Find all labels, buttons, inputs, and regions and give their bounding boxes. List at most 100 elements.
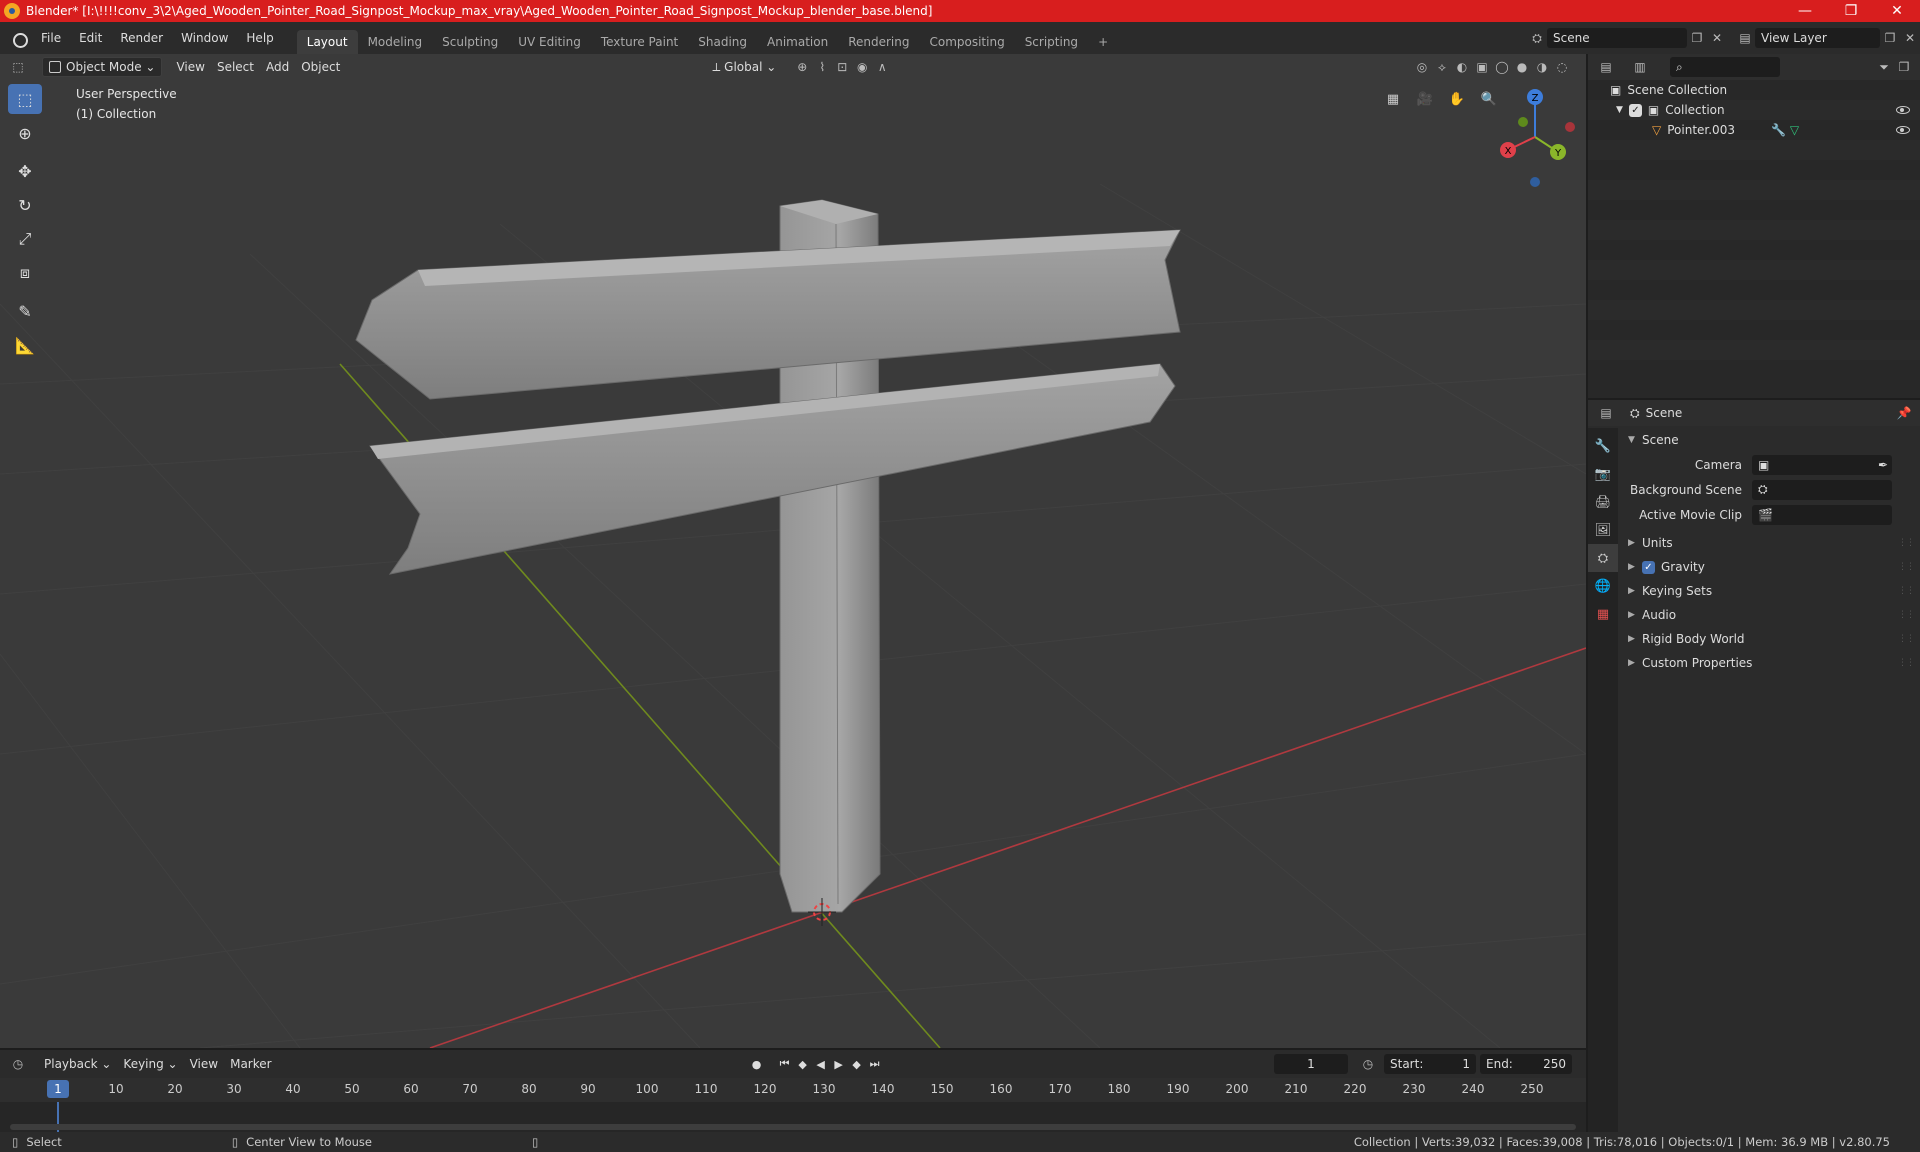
jump-end-icon[interactable]: ⏭ bbox=[866, 1055, 884, 1073]
scene-section-header[interactable]: ▼ Scene bbox=[1620, 428, 1920, 452]
snap-target-icon[interactable]: ⊡ bbox=[832, 57, 852, 77]
editor-type-icon[interactable]: ⬚ bbox=[8, 57, 28, 77]
end-frame-field[interactable]: End: 250 bbox=[1480, 1054, 1572, 1074]
tab-rendering[interactable]: Rendering bbox=[838, 30, 919, 54]
outliner-row-object[interactable]: ▽ Pointer.003 🔧 ▽ bbox=[1588, 120, 1920, 140]
view-layer-tab-icon[interactable]: 🖼 bbox=[1588, 516, 1618, 544]
tab-texture-paint[interactable]: Texture Paint bbox=[591, 30, 688, 54]
output-tab-icon[interactable]: 🖨 bbox=[1588, 488, 1618, 516]
record-icon[interactable]: ● bbox=[748, 1055, 766, 1073]
scale-tool-icon[interactable]: ⤢ bbox=[8, 224, 42, 254]
timeline-editor-icon[interactable]: ◷ bbox=[8, 1054, 28, 1074]
mode-dropdown[interactable]: Object Mode ⌄ bbox=[42, 57, 163, 77]
background-scene-field[interactable]: ⛭ bbox=[1752, 479, 1892, 500]
visibility-icon[interactable]: ◎ bbox=[1412, 57, 1432, 77]
play-reverse-icon[interactable]: ◀ bbox=[812, 1055, 830, 1073]
pan-hand-icon[interactable]: ✋ bbox=[1444, 86, 1470, 112]
properties-editor-icon[interactable]: ▤ bbox=[1596, 403, 1616, 423]
close-button[interactable]: ✕ bbox=[1874, 0, 1920, 22]
tab-shading[interactable]: Shading bbox=[688, 30, 757, 54]
rendered-shading-icon[interactable]: ◌ bbox=[1552, 57, 1572, 77]
audio-panel[interactable]: ▶ Audio ⋮⋮ bbox=[1620, 603, 1920, 627]
exclude-checkbox[interactable]: ✓ bbox=[1628, 103, 1642, 117]
gizmo-toggle-icon[interactable]: ⟡ bbox=[1432, 57, 1452, 77]
units-panel[interactable]: ▶ Units ⋮⋮ bbox=[1620, 531, 1920, 555]
display-mode-icon[interactable]: ▥ bbox=[1630, 57, 1650, 77]
menu-add[interactable]: Add bbox=[260, 57, 295, 77]
scene-field[interactable]: Scene bbox=[1547, 28, 1687, 48]
menu-view[interactable]: View bbox=[170, 57, 210, 77]
keying-sets-panel[interactable]: ▶ Keying Sets ⋮⋮ bbox=[1620, 579, 1920, 603]
outliner-editor-icon[interactable]: ▤ bbox=[1596, 57, 1616, 77]
add-workspace-button[interactable]: + bbox=[1088, 30, 1118, 54]
current-frame-field[interactable]: 1 bbox=[1274, 1054, 1348, 1074]
camera-field[interactable]: ▣ ✒ bbox=[1752, 454, 1892, 475]
tab-sculpting[interactable]: Sculpting bbox=[432, 30, 508, 54]
tab-uv-editing[interactable]: UV Editing bbox=[508, 30, 591, 54]
proportional-edit-icon[interactable]: ◉ bbox=[852, 57, 872, 77]
texture-tab-icon[interactable]: ▦ bbox=[1588, 600, 1618, 628]
drag-grip-icon[interactable]: ⋮⋮ bbox=[1898, 538, 1915, 548]
transform-tool-icon[interactable]: ⧈ bbox=[8, 258, 42, 288]
expand-arrow-icon[interactable]: ▼ bbox=[1616, 105, 1623, 115]
view-layer-icon[interactable]: ▤ bbox=[1735, 28, 1755, 48]
3d-viewport[interactable]: ⬚ Object Mode ⌄ View Select Add Object ⟂… bbox=[0, 54, 1586, 1048]
gravity-checkbox[interactable]: ✓ bbox=[1642, 560, 1655, 574]
new-view-layer-icon[interactable]: ❐ bbox=[1880, 28, 1900, 48]
transform-orientation-dropdown[interactable]: ⟂ Global ⌄ bbox=[706, 57, 782, 77]
outliner-row-scene-collection[interactable]: ▣ Scene Collection bbox=[1588, 80, 1920, 100]
eye-icon[interactable] bbox=[1896, 126, 1910, 134]
menu-keying[interactable]: Keying ⌄ bbox=[117, 1054, 183, 1074]
pivot-icon[interactable]: ⊕ bbox=[792, 57, 812, 77]
drag-grip-icon[interactable]: ⋮⋮ bbox=[1898, 610, 1915, 620]
next-keyframe-icon[interactable]: ◆ bbox=[848, 1055, 866, 1073]
move-tool-icon[interactable]: ✥ bbox=[8, 156, 42, 186]
menu-window[interactable]: Window bbox=[172, 22, 237, 54]
modifier-wrench-icon[interactable]: 🔧 bbox=[1771, 123, 1786, 137]
navigation-gizmo[interactable]: Z Y X bbox=[1490, 82, 1580, 192]
tab-scripting[interactable]: Scripting bbox=[1015, 30, 1088, 54]
tool-tab-icon[interactable]: 🔧 bbox=[1588, 432, 1618, 460]
outliner-search-input[interactable]: ⌕ bbox=[1670, 57, 1780, 77]
new-collection-icon[interactable]: ❐ bbox=[1894, 57, 1914, 77]
drag-grip-icon[interactable]: ⋮⋮ bbox=[1898, 586, 1915, 596]
menu-object[interactable]: Object bbox=[295, 57, 346, 77]
menu-help[interactable]: Help bbox=[237, 22, 282, 54]
play-icon[interactable]: ▶ bbox=[830, 1055, 848, 1073]
tab-compositing[interactable]: Compositing bbox=[919, 30, 1014, 54]
ortho-toggle-icon[interactable]: ▦ bbox=[1380, 86, 1406, 112]
tab-modeling[interactable]: Modeling bbox=[358, 30, 433, 54]
world-tab-icon[interactable]: 🌐 bbox=[1588, 572, 1618, 600]
rotate-tool-icon[interactable]: ↻ bbox=[8, 190, 42, 220]
rigid-body-world-panel[interactable]: ▶ Rigid Body World ⋮⋮ bbox=[1620, 627, 1920, 651]
render-tab-icon[interactable]: 📷 bbox=[1588, 460, 1618, 488]
overlays-icon[interactable]: ◐ bbox=[1452, 57, 1472, 77]
active-movie-clip-field[interactable]: 🎬 bbox=[1752, 504, 1892, 525]
blender-menu-icon[interactable] bbox=[10, 29, 28, 48]
wireframe-shading-icon[interactable]: ◯ bbox=[1492, 57, 1512, 77]
eye-icon[interactable] bbox=[1896, 106, 1910, 114]
minimize-button[interactable]: — bbox=[1782, 0, 1828, 22]
pin-icon[interactable]: 📌 bbox=[1894, 403, 1914, 423]
view-layer-field[interactable]: View Layer bbox=[1755, 28, 1880, 48]
material-shading-icon[interactable]: ◑ bbox=[1532, 57, 1552, 77]
camera-view-icon[interactable]: 🎥 bbox=[1412, 86, 1438, 112]
drag-grip-icon[interactable]: ⋮⋮ bbox=[1898, 658, 1915, 668]
measure-tool-icon[interactable]: 📐 bbox=[8, 330, 42, 360]
delete-scene-icon[interactable]: ✕ bbox=[1707, 28, 1727, 48]
menu-timeline-view[interactable]: View bbox=[184, 1054, 224, 1074]
annotate-tool-icon[interactable]: ✎ bbox=[8, 296, 42, 326]
menu-playback[interactable]: Playback ⌄ bbox=[38, 1054, 117, 1074]
outliner-row-collection[interactable]: ▼ ✓ ▣ Collection bbox=[1588, 100, 1920, 120]
scene-selector-icon[interactable]: ⛭ bbox=[1527, 28, 1547, 48]
start-frame-field[interactable]: Start: 1 bbox=[1384, 1054, 1476, 1074]
custom-properties-panel[interactable]: ▶ Custom Properties ⋮⋮ bbox=[1620, 651, 1920, 675]
filter-icon[interactable]: ⏷ bbox=[1874, 57, 1894, 77]
snap-icon[interactable]: ⌇ bbox=[812, 57, 832, 77]
prev-keyframe-icon[interactable]: ◆ bbox=[794, 1055, 812, 1073]
drag-grip-icon[interactable]: ⋮⋮ bbox=[1898, 562, 1915, 572]
select-box-tool-icon[interactable]: ⬚ bbox=[8, 84, 42, 114]
gravity-panel[interactable]: ▶ ✓ Gravity ⋮⋮ bbox=[1620, 555, 1920, 579]
new-scene-icon[interactable]: ❐ bbox=[1687, 28, 1707, 48]
jump-start-icon[interactable]: ⏮ bbox=[776, 1055, 794, 1073]
